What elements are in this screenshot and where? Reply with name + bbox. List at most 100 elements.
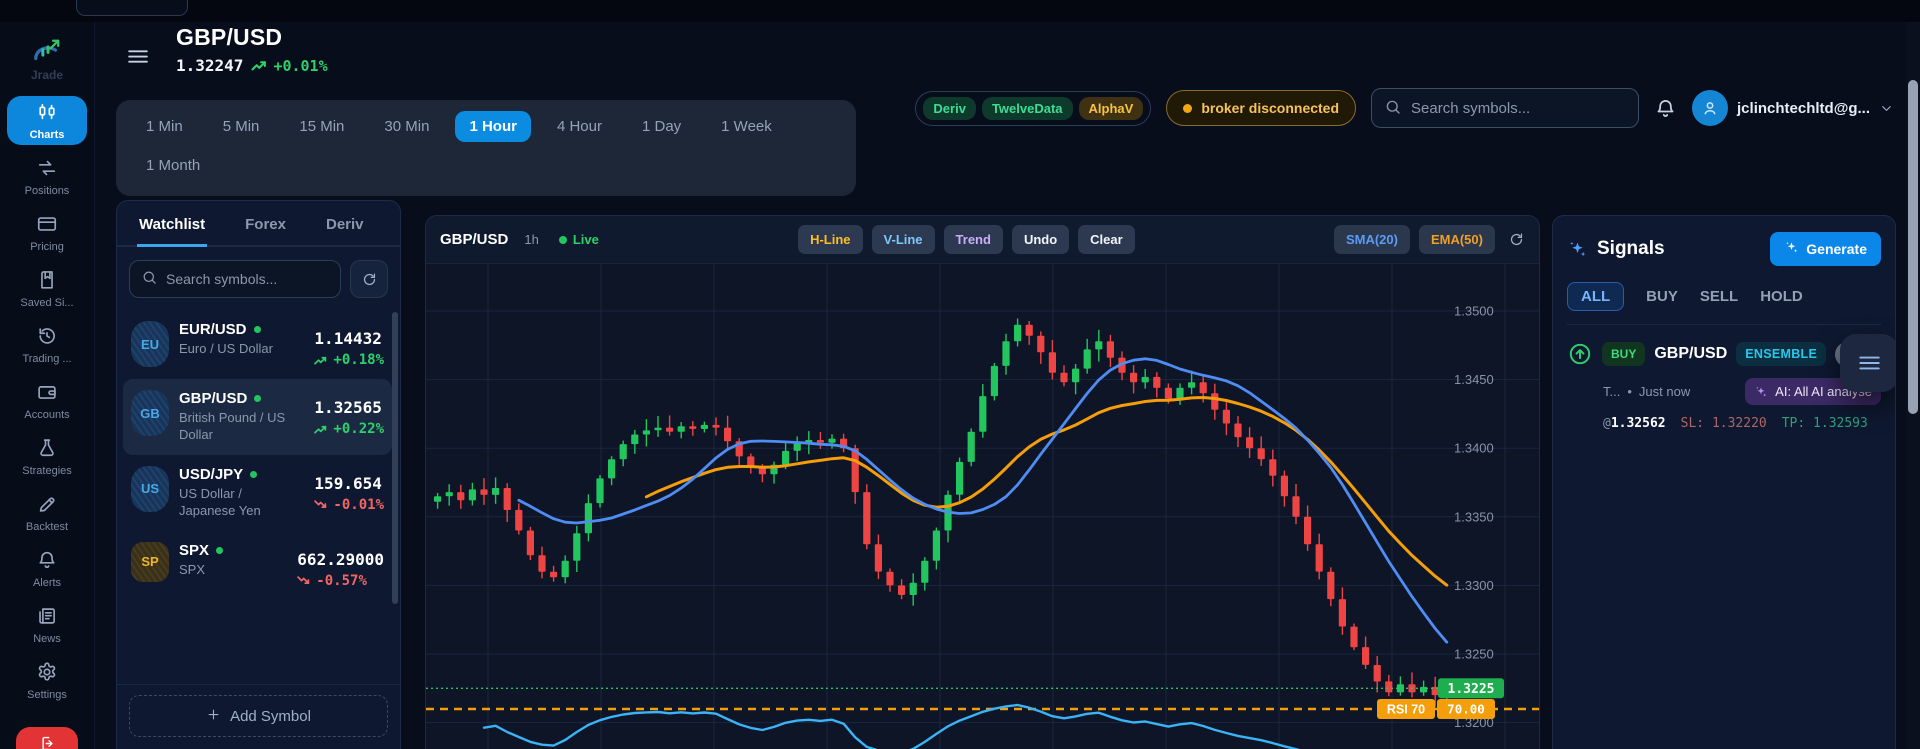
timeframe-button-15-min[interactable]: 15 Min [285,111,358,142]
pencil-icon [36,493,58,518]
timeframe-button-4-hour[interactable]: 4 Hour [543,111,616,142]
trend-down-icon [314,499,327,510]
signals-tab-sell[interactable]: SELL [1700,288,1738,305]
signals-title: Signals [1597,238,1665,259]
watchlist-symbol: SPX [179,542,287,559]
svg-text:1.3400: 1.3400 [1454,441,1494,456]
tool-button-h-line[interactable]: H-Line [798,225,863,254]
live-indicator: Live [558,232,599,247]
window-scrollbar[interactable] [1906,22,1920,749]
add-symbol-button[interactable]: Add Symbol [129,695,388,737]
timeframe-button-1-month[interactable]: 1 Month [132,150,214,181]
indicator-button-sma-20[interactable]: SMA(20) [1333,225,1410,254]
history-icon [36,325,58,350]
menu-toggle-button[interactable] [125,44,150,72]
plus-icon [206,707,221,726]
tool-button-clear[interactable]: Clear [1078,225,1135,254]
svg-text:1.3225: 1.3225 [1448,682,1495,697]
chart-timeframe: 1h [524,232,539,247]
watchlist-price: 1.32565 [314,398,382,417]
floating-menu-button[interactable] [1840,334,1895,392]
svg-text:1.3300: 1.3300 [1454,578,1494,593]
timeframe-button-1-day[interactable]: 1 Day [628,111,695,142]
timeframe-button-1-week[interactable]: 1 Week [707,111,786,142]
watchlist-search-input[interactable] [166,271,329,287]
broker-status-badge[interactable]: broker disconnected [1166,90,1357,126]
indicator-button-ema-50[interactable]: EMA(50) [1418,225,1495,254]
sidebar-item-news[interactable]: News [7,600,87,649]
trend-up-icon [314,355,327,366]
signals-panel: Signals Generate ALL BUY SELL HOLD BUY GBP/… [1552,215,1896,749]
trend-up-icon [251,59,267,72]
watchlist-description: Euro / US Dollar [179,341,273,356]
sidebar-item-settings[interactable]: Settings [7,656,87,705]
watchlist-refresh-button[interactable] [350,260,388,298]
window-scrollbar-thumb[interactable] [1908,80,1918,414]
online-dot-icon [253,326,261,333]
global-search [1371,88,1640,128]
watchlist-row-spx[interactable]: SP SPX SPX 662.29000 -0.57% [123,531,392,600]
timeframe-button-30-min[interactable]: 30 Min [370,111,443,142]
watchlist-scrollbar[interactable] [392,312,398,604]
signals-tab-all[interactable]: ALL [1567,282,1625,311]
tool-button-undo[interactable]: Undo [1011,225,1070,254]
timeframe-button-5-min[interactable]: 5 Min [209,111,274,142]
sidebar-item-alerts[interactable]: Alerts [7,544,87,593]
watchlist-price: 662.29000 [297,549,384,569]
notifications-button[interactable] [1654,97,1677,120]
search-icon [1384,98,1402,119]
watchlist-change: -0.01% [314,497,384,513]
signals-tab-hold[interactable]: HOLD [1760,288,1803,305]
watchlist-row-usd-jpy[interactable]: US USD/JPY US Dollar / Japanese Yen 159.… [123,455,392,531]
signal-card[interactable]: BUY GBP/USD ENSEMBLE 29% T... • Just now… [1567,325,1886,447]
watchlist-tab-watchlist[interactable]: Watchlist [137,201,208,247]
online-dot-icon [216,546,224,554]
online-dot-icon [254,395,262,402]
svg-text:RSI 70: RSI 70 [1387,703,1425,717]
watchlist-symbol: EUR/USD [179,321,289,338]
signal-stop-loss: 1.32220 [1711,416,1767,431]
signal-take-profit: 1.32593 [1813,416,1868,431]
user-menu[interactable]: jclinchtechltd@g... [1692,90,1894,126]
watchlist-tab-deriv[interactable]: Deriv [324,201,366,247]
signal-timestamp: Just now [1638,384,1691,399]
watchlist-price: 159.654 [314,473,382,493]
watchlist-description: SPX [179,561,206,577]
entry-prefix: @ [1603,416,1611,431]
sidebar-item-strategies[interactable]: Strategies [7,432,87,481]
provider-chip-twelvedata[interactable]: TwelveData [981,96,1073,120]
logout-button[interactable]: Logout [16,727,78,749]
watchlist-search [129,260,341,298]
watchlist-row-gbp-usd[interactable]: GB GBP/USD British Pound / US Dollar 1.3… [123,379,392,455]
watchlist-description: British Pound / US Dollar [179,410,286,442]
sparkles-icon [1784,240,1799,258]
sidebar-item-accounts[interactable]: Accounts [7,376,87,425]
watchlist-description: US Dollar / Japanese Yen [179,485,261,518]
sidebar-item-pricing[interactable]: Pricing [7,208,87,257]
sparkles-icon [1754,385,1768,399]
sidebar-item-saved-si[interactable]: Saved Si... [7,264,87,313]
tool-button-trend[interactable]: Trend [943,225,1003,254]
chart-refresh-button[interactable] [1508,231,1525,248]
logo-text: Jrade [30,68,64,82]
sidebar-item-positions[interactable]: Positions [7,152,87,201]
online-dot-icon [250,470,258,478]
sidebar-item-trading[interactable]: Trading ... [7,320,87,369]
search-icon [141,269,158,289]
watchlist-row-eur-usd[interactable]: EU EUR/USD Euro / US Dollar 1.14432 +0.1… [123,310,392,379]
timeframe-button-1-min[interactable]: 1 Min [132,111,197,142]
sidebar-item-backtest[interactable]: Backtest [7,488,87,537]
app-logo[interactable]: Jrade [29,28,65,84]
signals-tab-buy[interactable]: BUY [1646,288,1678,305]
tool-button-v-line[interactable]: V-Line [871,225,935,254]
global-search-input[interactable] [1411,99,1627,117]
timeframe-bar: 1 Min 5 Min 15 Min 30 Min 1 Hour 4 Hour 1 Day 1… [116,100,856,196]
provider-chip-deriv[interactable]: Deriv [923,96,976,120]
generate-button[interactable]: Generate [1770,232,1881,266]
provider-chip-alphav[interactable]: AlphaV [1078,96,1144,120]
price-chart[interactable]: 1.3500 1.3450 1.3400 1.3350 1.3300 1.3250 1.32… [426,264,1540,749]
card-icon [36,213,58,238]
watchlist-tab-forex[interactable]: Forex [243,201,288,247]
sidebar-item-charts[interactable]: Charts [7,96,87,145]
timeframe-button-1-hour[interactable]: 1 Hour [455,111,531,142]
